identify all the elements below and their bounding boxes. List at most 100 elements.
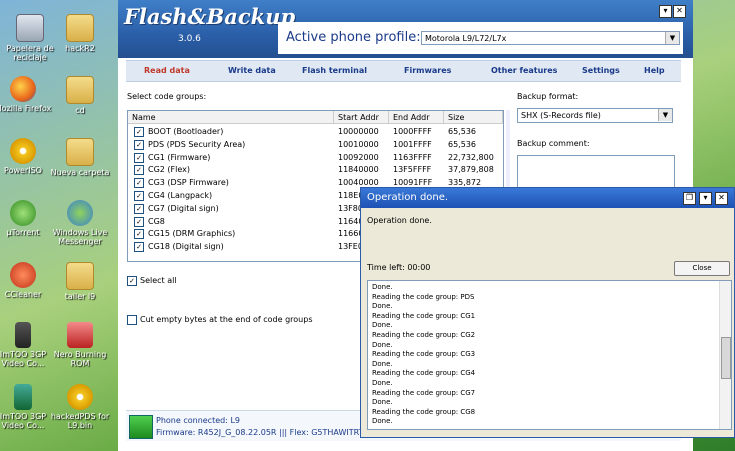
cell-end-addr: 1001FFFF xyxy=(393,139,432,149)
desktop-icon-label: Nero Burning ROM xyxy=(53,350,107,368)
row-checkbox[interactable]: ✓ xyxy=(134,127,144,137)
folder-icon xyxy=(66,138,94,166)
log-line: Reading the code group: CG7 xyxy=(372,388,476,397)
cell-size: 65,536 xyxy=(448,139,476,149)
cell-start-addr: 10000000 xyxy=(338,127,379,136)
dialog-title-bar: Operation done. ❐ ▾ ✕ xyxy=(361,188,734,208)
desktop-icon-label: hackedPDS for L9.bin xyxy=(50,412,110,430)
cut-empty-checkbox[interactable] xyxy=(127,315,137,325)
dialog-restore-button[interactable]: ❐ xyxy=(683,192,696,205)
desktop-icon-hackr2[interactable]: hackR2 xyxy=(50,14,110,53)
cell-size: 37,879,808 xyxy=(448,165,494,175)
desktop-icon-messenger[interactable]: Windows Live Messenger xyxy=(50,200,110,246)
desktop-icon-poweriso[interactable]: PowerISO xyxy=(0,138,53,175)
close-button[interactable]: Close xyxy=(674,261,730,276)
status-phone-connected: Phone connected: L9 xyxy=(156,416,240,425)
cell-start-addr: 11840000 xyxy=(338,165,379,175)
desktop-icon-imtoo-1[interactable]: ImTOO 3GP Video Co... xyxy=(0,322,53,368)
connection-status-icon xyxy=(129,415,153,439)
row-checkbox[interactable]: ✓ xyxy=(134,216,144,227)
table-row[interactable]: ✓ BOOT (Bootloader) 10000000 1000FFFF 65,536 xyxy=(128,126,503,138)
row-checkbox[interactable]: ✓ xyxy=(134,242,144,253)
table-row[interactable]: ✓ PDS (PDS Security Area) 10010000 1001FFFF… xyxy=(128,139,503,151)
column-header-name[interactable]: Name xyxy=(128,111,334,124)
menu-other-features[interactable]: Other features xyxy=(491,66,557,75)
desktop-icon-label: hackR2 xyxy=(65,44,95,53)
profile-select[interactable]: Motorola L9/L72/L7x ▼ xyxy=(421,31,680,45)
row-checkbox[interactable]: ✓ xyxy=(134,203,144,214)
row-checkbox[interactable]: ✓ xyxy=(134,152,144,163)
desktop-icon-label: Papelera de reciclaje xyxy=(6,44,54,62)
menu-flash-terminal[interactable]: Flash terminal xyxy=(302,66,367,75)
profile-bar: Active phone profile: Motorola L9/L72/L7… xyxy=(278,22,683,54)
column-header-size[interactable]: Size xyxy=(444,111,503,124)
desktop-icon-nero[interactable]: Nero Burning ROM xyxy=(50,322,110,368)
folder-icon xyxy=(66,262,94,290)
log-line: Reading the code group: CG3 xyxy=(372,350,476,359)
operation-log: Done. Reading the code group: PDS Done. Rea… xyxy=(367,280,732,430)
menu-settings[interactable]: Settings xyxy=(582,66,620,75)
cell-name: PDS (PDS Security Area) xyxy=(148,139,246,149)
menu-write-data[interactable]: Write data xyxy=(228,66,276,75)
desktop-icon-taller[interactable]: taller l9 xyxy=(50,262,110,301)
desktop-icon-utorrent[interactable]: µTorrent xyxy=(0,200,53,237)
nero-icon xyxy=(67,322,93,348)
row-checkbox[interactable]: ✓ xyxy=(134,229,144,240)
chevron-down-icon: ▼ xyxy=(665,32,679,44)
log-line: Done. xyxy=(372,378,393,387)
dialog-close-button[interactable]: ✕ xyxy=(715,192,728,205)
minimize-dropdown-button[interactable]: ▾ xyxy=(659,5,672,18)
log-line: Reading the code group: CG2 xyxy=(372,330,476,339)
desktop-icon-firefox[interactable]: Mozilla Firefox xyxy=(0,76,53,113)
messenger-icon xyxy=(67,200,93,226)
menu-firmwares[interactable]: Firmwares xyxy=(404,66,451,75)
cell-end-addr: 13F5FFFF xyxy=(393,165,432,175)
column-header-end[interactable]: End Addr xyxy=(389,111,444,124)
dialog-message: Operation done. xyxy=(367,216,432,225)
menu-read-data[interactable]: Read data xyxy=(144,66,190,75)
row-checkbox[interactable]: ✓ xyxy=(134,191,144,201)
dialog-dropdown-button[interactable]: ▾ xyxy=(699,192,712,205)
folder-icon xyxy=(66,76,94,104)
cell-end-addr: 1163FFFF xyxy=(393,152,432,162)
backup-format-label: Backup format: xyxy=(517,92,579,101)
log-scrollbar[interactable] xyxy=(719,281,731,429)
desktop-icon-hackedpds[interactable]: hackedPDS for L9.bin xyxy=(50,384,110,430)
row-checkbox[interactable]: ✓ xyxy=(134,178,144,189)
firefox-icon xyxy=(10,76,36,102)
table-row[interactable]: ✓ CG2 (Flex) 11840000 13F5FFFF 37,879,808 xyxy=(128,164,503,176)
profile-label: Active phone profile: xyxy=(286,30,421,45)
chevron-down-icon: ▼ xyxy=(658,109,672,121)
table-row[interactable]: ✓ CG1 (Firmware) 10092000 1163FFFF 22,732,80… xyxy=(128,152,503,164)
cell-size: 65,536 xyxy=(448,127,476,136)
disc-icon xyxy=(10,138,36,164)
desktop-icon-label: Windows Live Messenger xyxy=(52,228,108,246)
log-line: Done. xyxy=(372,321,393,330)
time-left: Time left: 00:00 xyxy=(367,263,431,272)
desktop-icon-label: ImTOO 3GP Video Co... xyxy=(0,412,47,430)
desktop-icon-imtoo-2[interactable]: ImTOO 3GP Video Co... xyxy=(0,384,53,430)
close-window-button[interactable]: ✕ xyxy=(673,5,686,18)
desktop-icon-label: cd xyxy=(75,106,85,115)
cell-name: CG15 (DRM Graphics) xyxy=(148,229,236,239)
log-line: Done. xyxy=(372,340,393,349)
log-scrollbar-thumb[interactable] xyxy=(721,337,731,379)
cell-size: 22,732,800 xyxy=(448,152,494,162)
select-all-checkbox[interactable]: ✓ xyxy=(127,276,137,286)
desktop-icon-nueva-carpeta[interactable]: Nueva carpeta xyxy=(50,138,110,177)
column-header-start[interactable]: Start Addr xyxy=(334,111,389,124)
cell-name: CG8 xyxy=(148,216,165,226)
row-checkbox[interactable]: ✓ xyxy=(134,165,144,176)
select-all-label: Select all xyxy=(140,276,177,285)
desktop-icon-cd[interactable]: cd xyxy=(50,76,110,115)
cell-name: CG1 (Firmware) xyxy=(148,152,211,162)
row-checkbox[interactable]: ✓ xyxy=(134,139,144,150)
phone-icon xyxy=(14,384,32,410)
ccleaner-icon xyxy=(10,262,36,288)
desktop-icon-ccleaner[interactable]: CCleaner xyxy=(0,262,53,299)
log-line: Reading the code group: CG1 xyxy=(372,311,476,320)
backup-format-select[interactable]: SHX (S-Records file) ▼ xyxy=(517,108,673,123)
desktop-icon-label: µTorrent xyxy=(6,228,40,237)
menu-help[interactable]: Help xyxy=(644,66,665,75)
phone-icon xyxy=(15,322,31,348)
